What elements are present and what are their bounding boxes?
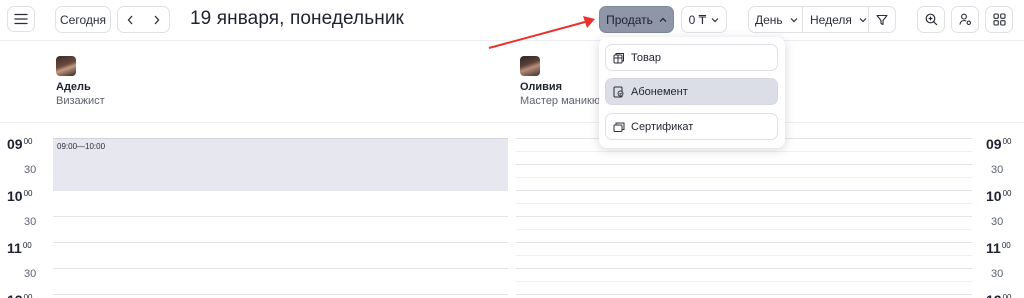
hour-label: 1200 bbox=[7, 292, 32, 298]
staff-role: Визажист bbox=[56, 95, 105, 107]
time-slot-minor-line bbox=[516, 203, 972, 204]
half-hour-label: 30 bbox=[991, 268, 1004, 280]
chevron-down-icon bbox=[859, 17, 867, 22]
time-slot-line bbox=[516, 294, 972, 295]
prev-day-button[interactable] bbox=[120, 15, 142, 25]
sell-button-label: Продать bbox=[606, 12, 653, 27]
zoom-in-icon bbox=[925, 13, 937, 26]
hamburger-icon bbox=[14, 13, 28, 25]
sell-menu-item-label: Сертификат bbox=[631, 120, 694, 133]
sell-menu-item-label: Товар bbox=[631, 51, 661, 64]
time-slot-minor-line bbox=[516, 177, 972, 178]
hour-label: 1100 bbox=[986, 240, 1011, 256]
time-slot-line bbox=[516, 164, 972, 165]
week-view-dropdown[interactable]: Неделя bbox=[803, 7, 869, 32]
header-divider bbox=[0, 122, 1024, 123]
page-title: 19 января, понедельник bbox=[190, 8, 404, 29]
zoom-button[interactable] bbox=[917, 6, 945, 33]
chevron-left-icon bbox=[127, 15, 133, 24]
hour-label: 1000 bbox=[7, 188, 32, 204]
hour-label: 1000 bbox=[986, 188, 1011, 204]
sell-menu: Товар Абонемент Сертификат bbox=[599, 37, 785, 148]
toolbar-divider bbox=[0, 40, 1024, 41]
hour-number: 10 bbox=[986, 188, 1002, 204]
date-nav bbox=[117, 6, 170, 33]
chevron-down-icon bbox=[790, 17, 798, 22]
pass-card-icon bbox=[613, 86, 624, 97]
filter-icon bbox=[876, 14, 888, 25]
sell-menu-item-pass[interactable]: Абонемент bbox=[605, 78, 778, 105]
hour-number: 09 bbox=[986, 136, 1002, 152]
half-hour-label: 30 bbox=[991, 216, 1004, 228]
chevron-right-icon bbox=[154, 15, 160, 24]
hour-minutes: 00 bbox=[23, 293, 33, 298]
hour-minutes: 00 bbox=[23, 137, 33, 146]
appointment-block[interactable]: 09:00—10:00 bbox=[53, 138, 508, 190]
time-slot-line bbox=[53, 216, 508, 217]
day-view-label: День bbox=[755, 12, 783, 27]
week-view-label: Неделя bbox=[810, 12, 852, 27]
hour-minutes: 00 bbox=[1002, 293, 1012, 298]
user-settings-icon bbox=[958, 13, 971, 26]
time-slot-minor-line bbox=[516, 281, 972, 282]
staff-role: Мастер маникю bbox=[520, 95, 600, 107]
time-slot-minor-line bbox=[516, 255, 972, 256]
time-slot-minor-line bbox=[516, 151, 972, 152]
hour-number: 09 bbox=[7, 136, 23, 152]
time-slot-line bbox=[53, 294, 508, 295]
today-button[interactable]: Сегодня bbox=[55, 6, 111, 33]
hour-label: 0900 bbox=[986, 136, 1011, 152]
time-slot-minor-line bbox=[516, 229, 972, 230]
certificate-icon bbox=[613, 122, 625, 132]
hour-label: 1200 bbox=[986, 292, 1011, 298]
half-hour-label: 30 bbox=[24, 164, 37, 176]
half-hour-label: 30 bbox=[24, 268, 37, 280]
hour-label: 0900 bbox=[7, 136, 32, 152]
hour-minutes: 00 bbox=[1002, 189, 1012, 198]
time-slot-line bbox=[53, 242, 508, 243]
apps-button[interactable] bbox=[985, 6, 1013, 33]
hour-minutes: 00 bbox=[1002, 137, 1012, 146]
hour-label: 1100 bbox=[7, 240, 32, 256]
staff-name[interactable]: Оливия bbox=[520, 81, 562, 93]
sell-menu-item-product[interactable]: Товар bbox=[605, 44, 778, 71]
time-slot-line bbox=[516, 190, 972, 191]
next-day-button[interactable] bbox=[145, 15, 167, 25]
day-view-dropdown[interactable]: День bbox=[749, 7, 803, 32]
hour-number: 11 bbox=[7, 240, 22, 256]
box-icon bbox=[613, 52, 624, 63]
balance-label: 0 ₸ bbox=[688, 12, 707, 27]
time-slot-line bbox=[516, 242, 972, 243]
half-hour-label: 30 bbox=[991, 164, 1004, 176]
hour-number: 12 bbox=[7, 292, 23, 298]
sell-menu-item-label: Абонемент bbox=[631, 85, 688, 98]
half-hour-label: 30 bbox=[24, 216, 37, 228]
hour-number: 10 bbox=[7, 188, 23, 204]
avatar[interactable] bbox=[520, 56, 540, 76]
avatar[interactable] bbox=[56, 56, 76, 76]
staff-name[interactable]: Адель bbox=[56, 81, 91, 93]
hour-number: 12 bbox=[986, 292, 1002, 298]
grid-icon bbox=[992, 13, 1006, 26]
chevron-up-icon bbox=[659, 17, 667, 22]
hour-minutes: 00 bbox=[22, 241, 32, 250]
sell-button[interactable]: Продать bbox=[599, 6, 674, 33]
time-slot-line bbox=[53, 190, 508, 191]
staff-settings-button[interactable] bbox=[951, 6, 979, 33]
hour-minutes: 00 bbox=[23, 189, 33, 198]
appointment-time: 09:00—10:00 bbox=[57, 142, 106, 151]
hour-minutes: 00 bbox=[1001, 241, 1011, 250]
hour-number: 11 bbox=[986, 240, 1001, 256]
balance-dropdown[interactable]: 0 ₸ bbox=[681, 6, 727, 33]
menu-button[interactable] bbox=[7, 6, 35, 32]
filter-button[interactable] bbox=[869, 7, 895, 32]
sell-menu-item-certificate[interactable]: Сертификат bbox=[605, 113, 778, 140]
time-slot-line bbox=[516, 216, 972, 217]
chevron-down-icon bbox=[711, 17, 719, 22]
view-switch: День Неделя bbox=[748, 6, 896, 33]
time-slot-line bbox=[516, 268, 972, 269]
time-slot-line bbox=[53, 268, 508, 269]
